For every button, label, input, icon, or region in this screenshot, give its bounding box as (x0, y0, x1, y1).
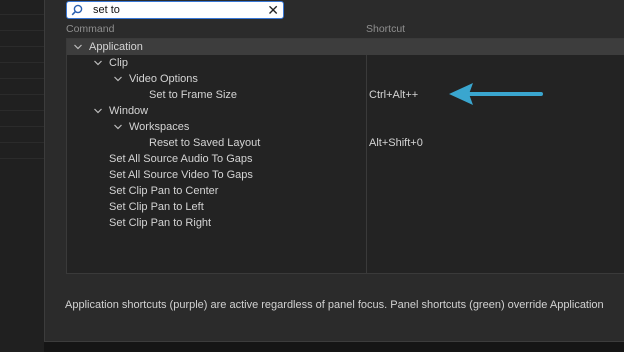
tree-row[interactable]: Application (67, 39, 624, 55)
tree-row-label: Set All Source Audio To Gaps (109, 153, 253, 165)
tree-row[interactable]: Set All Source Audio To Gaps (67, 151, 624, 167)
close-icon[interactable]: ✕ (267, 2, 279, 18)
tree-row-label: Set to Frame Size (149, 89, 238, 101)
background-panel (0, 0, 44, 352)
tree-row[interactable]: Clip (67, 55, 624, 71)
search-icon (71, 4, 83, 16)
tree-row[interactable]: Set Clip Pan to Right (67, 215, 624, 231)
tree-row[interactable]: Set Clip Pan to Left (67, 199, 624, 215)
keyboard-shortcuts-dialog: ✕ Command Shortcut Application ClipVideo … (44, 0, 624, 342)
tree-row-label: Set All Source Video To Gaps (109, 169, 253, 181)
chevron-down-icon[interactable] (93, 58, 103, 68)
chevron-down-icon[interactable] (93, 106, 103, 116)
tree-row-label: Set Clip Pan to Right (109, 217, 212, 229)
tree-row-label: Window (109, 105, 149, 117)
tree-row-label: Set Clip Pan to Center (109, 185, 219, 197)
tree-row[interactable]: Set Clip Pan to Center (67, 183, 624, 199)
column-header-command[interactable]: Command (66, 23, 114, 35)
chevron-down-icon[interactable] (73, 42, 83, 52)
tree-row-label: Reset to Saved Layout (149, 137, 261, 149)
tree-row-shortcut[interactable]: Ctrl+Alt++ (369, 87, 418, 103)
arrow-left-icon (449, 83, 543, 105)
search-input[interactable] (93, 2, 263, 18)
column-header-shortcut[interactable]: Shortcut (366, 23, 405, 35)
tree-row-label: Workspaces (129, 121, 190, 133)
chevron-down-icon[interactable] (113, 74, 123, 84)
tree-row-label: Application (89, 41, 143, 53)
chevron-down-icon[interactable] (113, 122, 123, 132)
search-field[interactable]: ✕ (66, 1, 284, 19)
shortcut-tree: Application Clip Video Options Set to Frame… (66, 38, 624, 274)
tree-row[interactable]: Set All Source Video To Gaps (67, 167, 624, 183)
tree-row[interactable]: Reset to Saved Layout Alt+Shift+0 (67, 135, 624, 151)
footer-help-text: Application shortcuts (purple) are activ… (65, 299, 604, 311)
tree-row[interactable]: Workspaces (67, 119, 624, 135)
background-strip (44, 342, 624, 352)
tree-row-shortcut[interactable]: Alt+Shift+0 (369, 135, 423, 151)
tree-row-label: Video Options (129, 73, 198, 85)
tree-row-label: Set Clip Pan to Left (109, 201, 204, 213)
tree-row-label: Clip (109, 57, 128, 69)
